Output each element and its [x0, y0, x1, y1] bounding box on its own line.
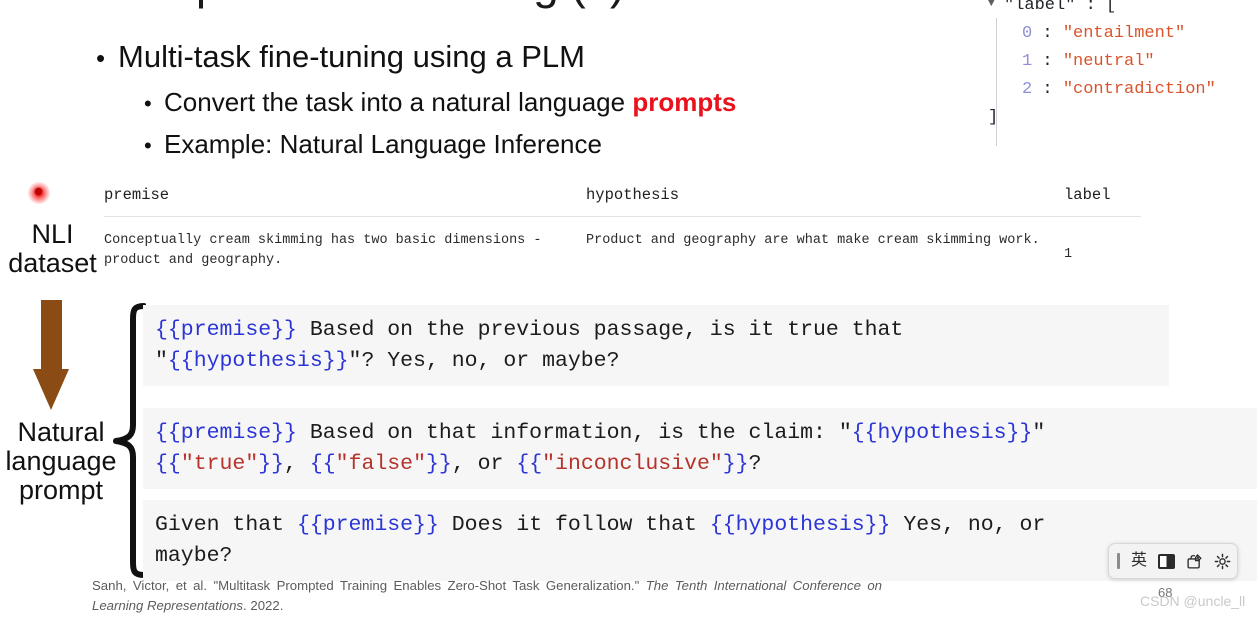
chevron-down-icon[interactable]: ▼ — [988, 0, 1004, 13]
citation-part2: . 2022. — [243, 597, 284, 613]
label-nli-line2: dataset — [8, 248, 97, 279]
arrow-head — [33, 369, 69, 410]
prompt-text: " — [155, 348, 168, 373]
csdn-watermark: CSDN @uncle_ll — [1140, 593, 1246, 609]
prompt-line: {{premise}} Based on the previous passag… — [155, 315, 1169, 346]
prompt-text: Given that — [155, 513, 297, 537]
template-variable: {{hypothesis}} — [851, 421, 1033, 445]
prompt-text: ? — [748, 451, 762, 476]
prompt-text: Based on that information, is the claim:… — [296, 421, 852, 445]
prompt-text: , or — [451, 451, 517, 476]
label-natural-language-prompt: Natural language prompt — [0, 417, 122, 506]
table-row: Conceptually cream skimming has two basi… — [104, 217, 1141, 271]
template-variable: }} — [258, 451, 285, 476]
bullet-level2-convert: • Convert the task into a natural languag… — [144, 87, 736, 118]
prompt-text: " — [1032, 421, 1046, 445]
json-entry-value: "contradiction" — [1062, 80, 1216, 99]
label-nlp-line1: Natural — [17, 417, 105, 447]
prompt-text: Does it follow that — [438, 513, 710, 537]
bullet-level1-text: Multi-task fine-tuning using a PLM — [118, 39, 585, 74]
prompt-text: Yes, no, or — [890, 513, 1046, 537]
down-arrow-icon — [33, 300, 69, 410]
table-header-row: premise hypothesis label — [104, 186, 1141, 216]
template-variable: }} — [426, 451, 452, 476]
width-mode-icon[interactable] — [1158, 553, 1175, 569]
prompt-line: maybe? — [155, 541, 1257, 572]
template-variable: {{premise}} — [155, 318, 297, 342]
prompt-template-1: {{premise}} Based on the previous passag… — [143, 305, 1169, 387]
prompt-text: maybe? — [155, 543, 233, 568]
prompt-template-2: {{premise}} Based on that information, i… — [143, 408, 1257, 490]
ime-toolbar[interactable]: 英 — [1108, 543, 1238, 579]
prompt-line: {{premise}} Based on that information, i… — [155, 418, 1257, 449]
bullet-level2-text: Convert the task into a natural language — [164, 87, 633, 117]
label-nli-line1: NLI — [31, 219, 74, 249]
bullet-level2-text: Example: Natural Language Inference — [164, 129, 602, 159]
json-root-key: "label" — [1004, 0, 1076, 15]
json-entry-colon: : — [1032, 52, 1063, 71]
citation: Sanh, Victor, et al. "Multitask Prompted… — [92, 576, 882, 616]
dataset-table: premise hypothesis label Conceptually cr… — [104, 186, 1141, 271]
json-entry-colon: : — [1032, 80, 1063, 99]
json-entry: 0 : "entailment" — [988, 20, 1216, 48]
template-variable: {{ — [155, 451, 181, 476]
template-answer-choice: "true" — [180, 451, 259, 476]
json-root-line[interactable]: ▼ "label" : [ — [988, 0, 1216, 20]
json-viewer: ▼ "label" : [ 0 : "entailment" 1 : "neutr… — [988, 0, 1216, 146]
template-variable: {{ — [516, 451, 543, 476]
slide-title-cutoff: Prompt-based Learning (II) — [88, 0, 988, 10]
arrow-shaft — [41, 300, 62, 372]
json-close-line: ] — [988, 104, 1216, 132]
template-variable: {{ — [309, 451, 336, 476]
gear-icon[interactable] — [1213, 553, 1231, 570]
json-close-bracket: ] — [988, 108, 999, 127]
template-variable: }} — [722, 451, 749, 476]
bullet-glyph: • — [144, 90, 152, 116]
json-entry: 1 : "neutral" — [988, 48, 1216, 76]
toolbox-icon[interactable] — [1185, 553, 1203, 570]
json-entry: 2 : "contradiction" — [988, 76, 1216, 104]
table-cell-label: 1 — [1064, 247, 1073, 262]
prompt-line: "{{hypothesis}}"? Yes, no, or maybe? — [155, 346, 1169, 377]
bullet-level2-example: • Example: Natural Language Inference — [144, 129, 602, 160]
prompt-text: Based on the previous passage, is it tru… — [296, 318, 904, 342]
table-cell-hypothesis: Product and geography are what make crea… — [586, 233, 1040, 248]
prompt-line: Given that {{premise}} Does it follow th… — [155, 510, 1257, 541]
table-cell-premise: Conceptually cream skimming has two basi… — [104, 233, 542, 268]
json-entry-index: 2 — [1022, 80, 1033, 99]
bullet-level1: • Multi-task fine-tuning using a PLM — [96, 38, 585, 75]
table-header-hypothesis: hypothesis — [586, 186, 680, 204]
template-variable: {{hypothesis}} — [167, 348, 349, 373]
label-nli-dataset: NLI dataset — [0, 219, 105, 279]
table-header-premise: premise — [104, 186, 170, 204]
citation-part1: Sanh, Victor, et al. "Multitask Prompted… — [92, 578, 646, 593]
drag-handle-icon[interactable] — [1117, 553, 1120, 569]
left-curly-brace — [112, 303, 146, 578]
highlight-prompts: prompts — [632, 87, 737, 117]
prompt-text: "? Yes, no, or maybe? — [348, 348, 620, 373]
json-entry-value: "entailment" — [1062, 24, 1186, 43]
language-mode-icon[interactable]: 英 — [1130, 553, 1148, 569]
prompt-line: {{"true"}}, {{"false"}}, or {{"inconclus… — [155, 449, 1257, 480]
template-variable: {{premise}} — [296, 513, 439, 537]
template-variable: {{premise}} — [155, 421, 297, 445]
laser-pointer-dot — [28, 182, 50, 204]
json-root-punct: : [ — [1075, 0, 1117, 15]
bullet-glyph: • — [144, 132, 152, 158]
prompt-template-3: Given that {{premise}} Does it follow th… — [143, 500, 1257, 582]
prompt-text: , — [284, 451, 310, 476]
json-entry-index: 0 — [1022, 24, 1033, 43]
label-nlp-line2: language — [5, 446, 117, 477]
label-nlp-line3: prompt — [18, 475, 104, 506]
template-answer-choice: "false" — [335, 451, 426, 476]
json-entry-value: "neutral" — [1062, 52, 1155, 71]
template-answer-choice: "inconclusive" — [542, 451, 723, 476]
table-header-label: label — [1064, 186, 1111, 204]
slide-canvas: Prompt-based Learning (II) • Multi-task f… — [0, 0, 1257, 619]
json-entry-colon: : — [1032, 24, 1063, 43]
template-variable: {{hypothesis}} — [709, 513, 891, 537]
bullet-glyph: • — [96, 43, 106, 74]
json-entry-index: 1 — [1022, 52, 1033, 71]
